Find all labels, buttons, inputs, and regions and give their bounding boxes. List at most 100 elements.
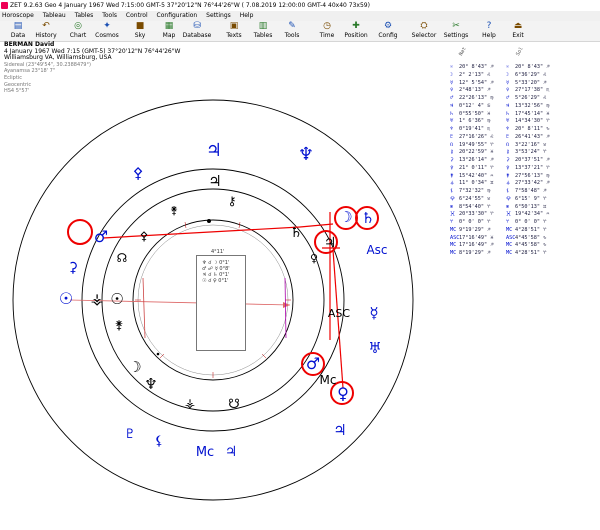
- table-row: ☉ 20° 8'43" ♐ ☉ 20° 8'43" ♐: [450, 64, 600, 72]
- table-row: ♂ 22°26'13" ♍ ♂ 5°26'29" ♌: [450, 95, 600, 103]
- nat-value: 2° 2'13" ♌: [459, 71, 491, 78]
- sol-value: 5°26'29" ♌: [515, 95, 547, 101]
- nat-value: 20° 8'43" ♐: [459, 64, 494, 70]
- red-line-top-extension: [299, 223, 334, 228]
- nat-value: 15°42'40" ♒: [459, 172, 494, 179]
- sol-value: 6°15' 9" ♈: [515, 195, 547, 202]
- pallas-icon-inner[interactable]: ⚴: [140, 229, 149, 243]
- sol-value: 20° 8'43" ♐: [515, 64, 550, 70]
- jupiter-icon-2[interactable]: ♃: [333, 421, 346, 439]
- mars-icon[interactable]: ♂: [94, 227, 108, 246]
- sol-glyph: ☊: [506, 141, 510, 148]
- jupiter-icon[interactable]: ♃: [206, 140, 222, 161]
- mercury-icon[interactable]: ☿: [369, 304, 378, 322]
- nat-value: 1° 6'36" ♍: [459, 118, 491, 125]
- aspect-inset: 4°11' ♆ ☌ ☽ 0°1' ♂ ☍ ☿ 0°8' ♃ ☌ ♄ 0°1' ☉…: [196, 249, 246, 351]
- table-row: ☿ 12° 5'54" ♐ ☿ 5°33'20" ♐: [450, 80, 600, 88]
- priapus-icon[interactable]: ⚵: [170, 204, 178, 217]
- nat-glyph: ⯘: [450, 211, 456, 218]
- jupiter-icon-3[interactable]: ♃: [225, 444, 238, 460]
- nat-glyph: ♆: [450, 126, 454, 132]
- cusp-line-right: [284, 277, 287, 339]
- sol-glyph: ⚴: [506, 164, 510, 171]
- sol-glyph: MC: [506, 226, 513, 233]
- saturn-icon[interactable]: ♄: [361, 209, 374, 227]
- sol-value: 4°28'51" ♈: [515, 250, 547, 256]
- lilith-icon[interactable]: ⚸: [154, 434, 164, 449]
- sol-glyph: ♆: [506, 126, 510, 132]
- mc-label-inner[interactable]: Mc: [320, 373, 337, 387]
- nat-value: 0° 0' 0" ♈: [459, 219, 491, 225]
- jupiter-icon-inner-2[interactable]: ♃: [324, 235, 337, 251]
- table-row: ⚵ 15°42'40" ♒ ⚵ 27°56'13" ♍: [450, 173, 600, 181]
- sol-value: 4°45'58" ♑: [515, 234, 547, 241]
- sol-glyph: ☽: [506, 71, 510, 78]
- asc-label-inner[interactable]: ASC: [328, 307, 351, 320]
- table-row: ♇ 27°16'26" ♌ ♇ 26°41'43" ♐: [450, 134, 600, 142]
- nat-glyph: ⚳: [450, 157, 454, 163]
- nat-value: 17°16'49" ♐: [459, 242, 494, 249]
- table-row: ♆ 0°19'41" ♏ ♆ 20° 8'11" ♑: [450, 126, 600, 134]
- venus-icon[interactable]: ♀: [337, 384, 349, 403]
- nat-glyph: ⚸: [450, 188, 454, 194]
- asc-label[interactable]: Asc: [366, 243, 387, 257]
- sol-glyph: ASC: [506, 234, 516, 241]
- table-row: ⚷ 20°22'59" ♓ ⚷ 3°53'24" ♈: [450, 149, 600, 157]
- sol-value: 5°33'20" ♐: [515, 79, 547, 86]
- nat-value: 6°24'55" ♉: [459, 195, 491, 202]
- venus-icon-inner[interactable]: ♀: [310, 252, 318, 265]
- mars-icon-2[interactable]: ♂: [306, 354, 320, 373]
- inset-line: ☉ ☌ ♀ 0°1': [202, 278, 229, 284]
- nat-glyph: ⚵: [450, 172, 454, 179]
- nat-value: 7°32'32" ♍: [459, 188, 491, 194]
- nat-value: 20°22'59" ♓: [459, 149, 494, 156]
- table-row: MC 9°19'29" ♐ MC 4°28'51" ♈: [450, 227, 600, 235]
- sol-glyph: ⚳: [506, 157, 510, 163]
- asteroid-icon[interactable]: ⚶: [91, 290, 104, 308]
- sol-value: 20°37'51" ♐: [515, 157, 550, 163]
- table-row: ⚳ 13°26'14" ♐ ⚳ 20°37'51" ♐: [450, 157, 600, 165]
- mc-label[interactable]: Mc: [196, 445, 214, 460]
- node-icon[interactable]: ☊: [117, 251, 128, 265]
- sol-glyph: ⚸: [506, 188, 510, 194]
- nat-glyph: MC: [450, 226, 457, 233]
- ceres-icon[interactable]: ⚳: [68, 260, 78, 276]
- table-row: ♈ 0° 0' 0" ♈ ♈ 0° 0' 0" ♈: [450, 219, 600, 227]
- sol-glyph: ⚷: [506, 149, 510, 156]
- sol-glyph: ♇: [506, 133, 510, 140]
- sol-value: 27°56'13" ♍: [515, 172, 550, 179]
- sol-glyph: MC: [506, 250, 513, 256]
- table-row: ⊗ 8°54'40" ♈ ⊗ 6°50'13" ♊: [450, 204, 600, 212]
- vesta-icon[interactable]: ⚶: [185, 396, 195, 410]
- sol-glyph: ♃: [506, 102, 510, 109]
- table-row: ⚴ 21° 0'11" ♈ ⚴ 13°37'21" ♈: [450, 165, 600, 173]
- pallas-icon[interactable]: ⚴: [133, 164, 144, 182]
- sol-value: 13°32'56" ♍: [515, 102, 550, 109]
- saturn-icon-inner[interactable]: ♄: [290, 225, 303, 241]
- table-row: MC 8°19'29" ♐ MC 4°28'51" ♈: [450, 250, 600, 258]
- nat-value: 11° 0'34" ♊: [459, 180, 494, 187]
- neptune-icon-inner[interactable]: ♆: [144, 375, 157, 393]
- uranus-icon[interactable]: ♅: [368, 339, 381, 357]
- chiron-icon[interactable]: ⚷: [228, 194, 237, 208]
- sun-icon-inner[interactable]: ☉: [110, 290, 123, 308]
- moon-icon[interactable]: ☽: [339, 208, 352, 226]
- juno-icon[interactable]: ⚵: [115, 318, 124, 332]
- nat-value: 8°19'29" ♐: [459, 250, 491, 256]
- moon-icon-inner[interactable]: ☽: [128, 358, 141, 376]
- pluto-icon[interactable]: ♇: [124, 427, 136, 442]
- nat-glyph: ASC: [450, 234, 460, 241]
- nat-glyph: ☊: [450, 141, 454, 148]
- arrow-head: [283, 302, 290, 308]
- node-south-icon[interactable]: ☋: [228, 397, 240, 412]
- sol-value: 26°41'43" ♐: [515, 133, 550, 140]
- jupiter-icon-inner[interactable]: ♃: [208, 172, 221, 190]
- sol-value: 7°58'48" ♐: [515, 188, 547, 194]
- sun-icon[interactable]: ☉: [59, 289, 73, 308]
- nat-glyph: ⯓: [450, 195, 456, 202]
- nat-glyph: ♅: [450, 118, 454, 125]
- sol-glyph: ♀: [506, 87, 510, 94]
- sol-value: 20° 8'11" ♑: [515, 126, 550, 132]
- nat-value: 13°26'14" ♐: [459, 157, 494, 163]
- neptune-icon[interactable]: ♆: [298, 144, 314, 165]
